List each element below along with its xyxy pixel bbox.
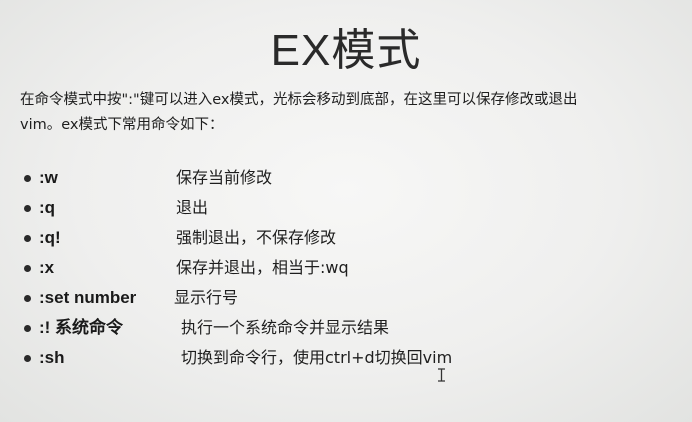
command-description: 强制退出，不保存修改	[176, 228, 337, 247]
intro-line: 在命令模式中按":"键可以进入ex模式，光标会移动到底部，在这里可以保存修改或退…	[20, 92, 578, 108]
command-description: 退出	[176, 198, 209, 217]
command-item-set-number: :set number 显示行号	[24, 283, 664, 313]
i-beam-cursor-icon	[438, 368, 445, 382]
command-description: 保存并退出，相当于:wq	[176, 258, 349, 277]
slide-title: EX模式	[270, 26, 422, 75]
command-name: :q!	[39, 228, 61, 247]
command-item-q: :q 退出	[24, 193, 664, 223]
bullet-icon	[24, 235, 31, 242]
intro-paragraph: 在命令模式中按":"键可以进入ex模式，光标会移动到底部，在这里可以保存修改或退…	[20, 88, 685, 138]
bullet-icon	[24, 265, 31, 272]
command-name: :w	[39, 168, 58, 187]
slide: EX模式 在命令模式中按":"键可以进入ex模式，光标会移动到底部，在这里可以保…	[0, 0, 692, 422]
command-item-w: :w 保存当前修改	[24, 163, 664, 193]
command-item-sh: :sh 切换到命令行，使用ctrl+d切换回vim	[24, 343, 664, 373]
bullet-icon	[24, 175, 31, 182]
bullet-icon	[24, 295, 31, 302]
command-list: :w 保存当前修改 :q 退出 :q! 强制退出，不保存修改 :x 保存并退出，…	[24, 163, 664, 373]
command-description: 保存当前修改	[176, 168, 273, 187]
command-name: :! 系统命令	[39, 318, 124, 337]
command-item-shell-exec: :! 系统命令 执行一个系统命令并显示结果	[24, 313, 664, 343]
command-item-x: :x 保存并退出，相当于:wq	[24, 253, 664, 283]
command-description: 执行一个系统命令并显示结果	[181, 318, 390, 337]
command-description: 切换到命令行，使用ctrl+d切换回vim	[181, 348, 453, 367]
bullet-icon	[24, 205, 31, 212]
command-name: :set number	[39, 288, 137, 307]
bullet-icon	[24, 325, 31, 332]
command-item-q-force: :q! 强制退出，不保存修改	[24, 223, 664, 253]
command-name: :x	[39, 258, 55, 277]
bullet-icon	[24, 355, 31, 362]
command-description: 显示行号	[174, 288, 239, 307]
command-name: :q	[39, 198, 56, 217]
intro-line: vim。ex模式下常用命令如下：	[20, 117, 224, 133]
command-name: :sh	[39, 348, 65, 367]
